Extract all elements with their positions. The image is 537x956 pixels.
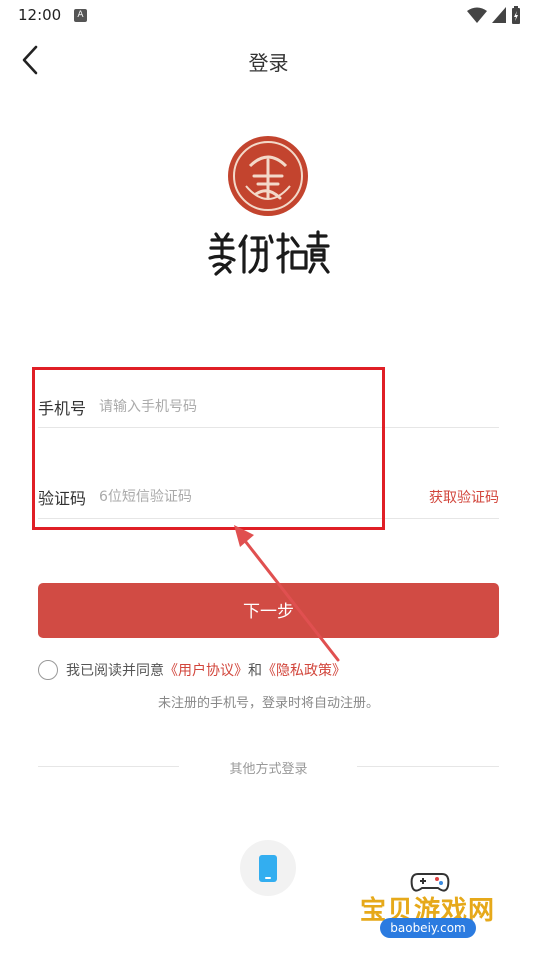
other-login-heading: 其他方式登录 [229,762,308,777]
page-title: 登录 [248,51,289,75]
seal-emblem-icon [233,141,303,211]
privacy-policy-link[interactable]: 《隐私政策》 [262,663,346,679]
phone-login-button[interactable] [240,840,296,896]
annotation-arrow-icon [234,525,340,662]
signal-icon [492,7,506,23]
user-agreement-link[interactable]: 《用户协议》 [164,663,248,679]
highlight-box [32,367,385,530]
status-time: 12:00 [18,6,62,24]
wifi-icon [467,7,487,23]
status-icons [467,6,521,24]
agreement-and: 和 [248,663,262,679]
brand-seal-logo [228,136,308,216]
brand-calligraphy-logo [208,230,330,276]
notification-icon: A [74,9,87,22]
agreement-checkbox[interactable] [38,660,58,680]
agreement-prefix: 我已阅读并同意 [66,663,164,679]
register-note: 未注册的手机号，登录时将自动注册。 [157,696,379,711]
watermark-url: baobeiy.com [380,918,476,938]
phone-icon [259,855,277,882]
get-code-button[interactable]: 获取验证码 [429,487,499,507]
battery-icon [512,6,520,24]
